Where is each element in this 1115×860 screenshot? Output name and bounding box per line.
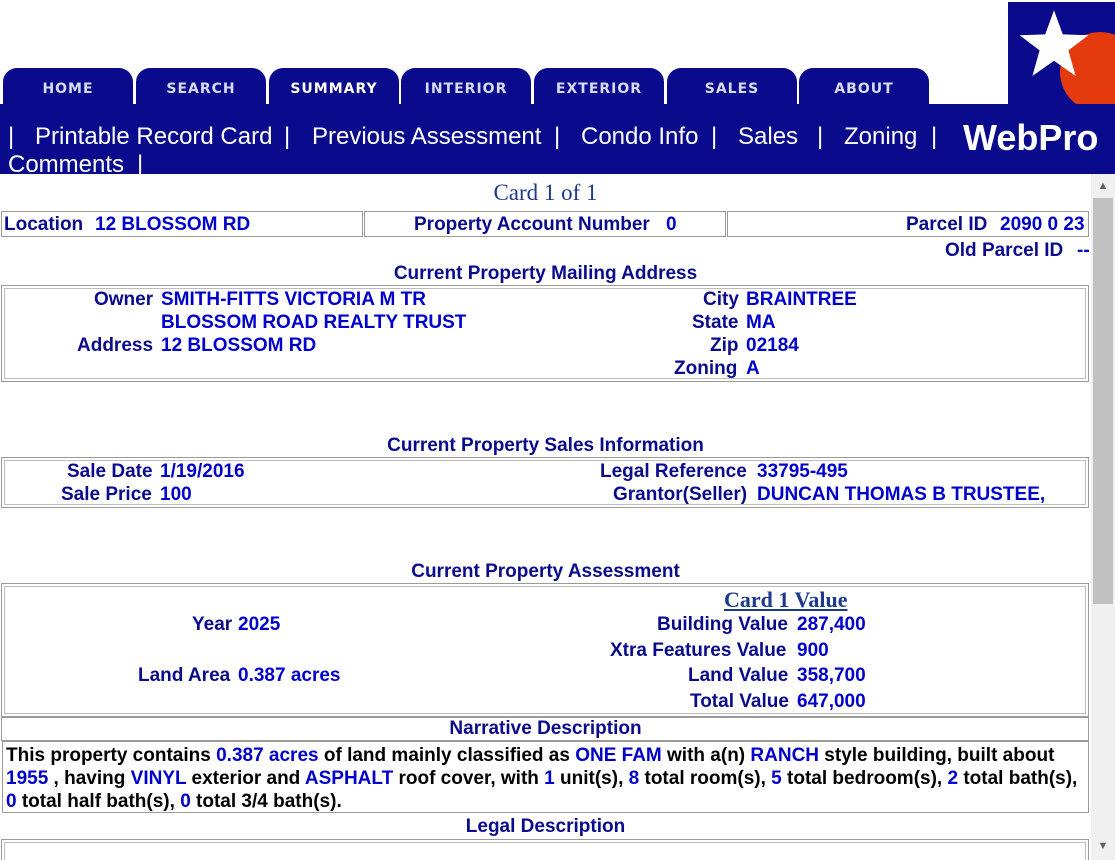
narrative-year: 1955 xyxy=(6,768,49,789)
assessment-heading: Current Property Assessment xyxy=(411,561,680,582)
tab-exterior[interactable]: EXTERIOR xyxy=(534,68,664,104)
building-value: 287,400 xyxy=(797,614,866,635)
land-area-label: Land Area xyxy=(138,665,231,686)
legal-box xyxy=(1,839,1089,860)
old-parcel-label: Old Parcel ID xyxy=(945,240,1064,261)
tab-search[interactable]: SEARCH xyxy=(136,68,266,104)
narrative-exterior: VINYL xyxy=(130,768,187,789)
address-label: Address xyxy=(77,335,154,356)
narrative-rooms: 8 xyxy=(628,768,640,789)
land-value-label: Land Value xyxy=(688,665,789,686)
old-parcel-value: -- xyxy=(1077,240,1090,261)
condo-info-link[interactable]: Condo Info xyxy=(581,123,698,151)
narrative-acres: 0.387 acres xyxy=(216,745,319,766)
property-summary: Card 1 of 1 Location 12 BLOSSOM RD Prope… xyxy=(0,174,1091,860)
narrative-baths: 2 xyxy=(947,768,959,789)
parcel-id-label: Parcel ID xyxy=(906,214,988,235)
vertical-scrollbar[interactable]: ▲ ▼ xyxy=(1091,174,1115,860)
link-separator: | xyxy=(817,123,824,150)
xtra-features-value: 900 xyxy=(797,640,829,661)
building-value-label: Building Value xyxy=(657,614,788,635)
assessment-box xyxy=(1,583,1089,717)
xtra-features-label: Xtra Features Value xyxy=(610,640,787,661)
narrative-box: This property contains 0.387 acres of la… xyxy=(2,741,1089,813)
star-icon xyxy=(1019,10,1089,76)
scroll-up-arrow-icon[interactable]: ▲ xyxy=(1091,176,1115,196)
tab-about[interactable]: ABOUT xyxy=(799,68,929,104)
zoning-label: Zoning xyxy=(674,358,738,379)
total-value: 647,000 xyxy=(797,691,866,712)
location-value: 12 BLOSSOM RD xyxy=(95,214,251,235)
webpro-brand: WebPro xyxy=(963,117,1099,158)
link-separator: | xyxy=(931,123,938,150)
narrative-class: ONE FAM xyxy=(575,745,662,766)
zoning-link[interactable]: Zoning xyxy=(844,123,917,151)
legal-reference-label: Legal Reference xyxy=(600,461,747,482)
sale-price-label: Sale Price xyxy=(61,484,152,505)
legal-heading: Legal Description xyxy=(465,816,626,837)
tab-home[interactable]: HOME xyxy=(3,68,133,104)
legal-reference-value: 33795-495 xyxy=(757,461,848,482)
account-label: Property Account Number xyxy=(414,214,650,235)
owner-line2: BLOSSOM ROAD REALTY TRUST xyxy=(161,312,467,333)
tab-interior[interactable]: INTERIOR xyxy=(401,68,531,104)
sales-heading: Current Property Sales Information xyxy=(387,435,704,456)
zip-value: 02184 xyxy=(746,335,799,356)
owner-line1: SMITH-FITTS VICTORIA M TR xyxy=(161,289,426,310)
location-label: Location xyxy=(4,214,84,235)
narrative-style: RANCH xyxy=(750,745,820,766)
tab-sales[interactable]: SALES xyxy=(667,68,797,104)
webpro-logo xyxy=(1008,2,1115,104)
sale-date-value: 1/19/2016 xyxy=(160,461,245,482)
narrative-heading: Narrative Description xyxy=(449,718,642,739)
year-label: Year xyxy=(192,614,233,635)
owner-label: Owner xyxy=(94,289,154,310)
sale-price-value: 100 xyxy=(160,484,192,505)
card-indicator: Card 1 of 1 xyxy=(493,180,598,205)
card-value-heading: Card 1 Value xyxy=(724,587,848,612)
previous-assessment-link[interactable]: Previous Assessment xyxy=(312,123,541,151)
zoning-value: A xyxy=(746,358,760,379)
city-label: City xyxy=(703,289,739,310)
top-navigation: HOME SEARCH SUMMARY INTERIOR EXTERIOR SA… xyxy=(0,0,1115,104)
link-separator: | xyxy=(554,123,561,150)
printable-record-card-link[interactable]: Printable Record Card xyxy=(35,123,272,151)
state-label: State xyxy=(692,312,739,333)
link-separator: | xyxy=(711,123,718,150)
account-value: 0 xyxy=(666,214,677,235)
link-separator: | xyxy=(284,123,291,150)
scrollbar-thumb[interactable] xyxy=(1093,198,1113,604)
address-value: 12 BLOSSOM RD xyxy=(161,335,317,356)
sale-date-label: Sale Date xyxy=(67,461,153,482)
narrative-bedrooms: 5 xyxy=(771,768,782,789)
link-separator: | xyxy=(8,123,15,150)
land-area-value: 0.387 acres xyxy=(238,665,341,686)
narrative-three-quarter-baths: 0 xyxy=(180,791,191,812)
parcel-id-value: 2090 0 23 xyxy=(1000,214,1085,235)
narrative-half-baths: 0 xyxy=(6,791,17,812)
grantor-label: Grantor(Seller) xyxy=(613,484,748,505)
narrative-roof: ASPHALT xyxy=(304,768,394,789)
narrative-text: This property contains 0.387 acres of la… xyxy=(6,745,1078,812)
state-value: MA xyxy=(746,312,776,333)
total-value-label: Total Value xyxy=(690,691,789,712)
narrative-units: 1 xyxy=(544,768,555,789)
tab-summary[interactable]: SUMMARY xyxy=(269,68,399,104)
year-value: 2025 xyxy=(238,614,281,635)
scroll-down-arrow-icon[interactable]: ▼ xyxy=(1091,836,1115,856)
zip-label: Zip xyxy=(710,335,739,356)
mailing-heading: Current Property Mailing Address xyxy=(393,263,698,284)
land-value: 358,700 xyxy=(797,665,866,686)
city-value: BRAINTREE xyxy=(746,289,857,310)
sales-link[interactable]: Sales xyxy=(738,123,798,151)
grantor-value: DUNCAN THOMAS B TRUSTEE, xyxy=(757,484,1046,505)
